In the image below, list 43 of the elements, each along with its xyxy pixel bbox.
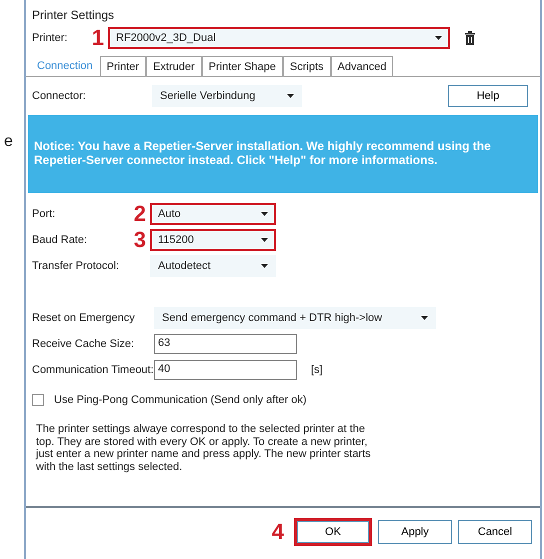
tab[interactable]: Extruder bbox=[146, 56, 202, 76]
caret-icon bbox=[261, 212, 268, 216]
caret-icon bbox=[261, 264, 268, 268]
caret-icon bbox=[435, 36, 442, 40]
field-label: Communication Timeout: bbox=[32, 364, 154, 376]
dropdown[interactable]: 115200 bbox=[150, 229, 276, 251]
dialog-button[interactable]: OK bbox=[294, 518, 372, 546]
dropdown[interactable]: Send emergency command + DTR high->low bbox=[154, 307, 436, 329]
callout-number: 3 bbox=[132, 229, 146, 251]
caret-icon bbox=[287, 94, 294, 98]
cut-off-text: e bbox=[4, 133, 13, 152]
tab[interactable]: Printer Shape bbox=[202, 56, 283, 76]
field-label: Connector: bbox=[32, 90, 87, 102]
tab[interactable]: Printer bbox=[100, 56, 146, 76]
unit-label: [s] bbox=[311, 364, 323, 376]
field-label: Transfer Protocol: bbox=[32, 260, 120, 272]
tab[interactable]: Scripts bbox=[282, 56, 331, 76]
caret-icon bbox=[261, 238, 268, 242]
checkbox[interactable] bbox=[32, 394, 44, 406]
window-title: Printer Settings bbox=[31, 7, 116, 24]
trash-icon[interactable] bbox=[464, 31, 476, 45]
checkbox-label: Use Ping-Pong Communication (Send only after ok) bbox=[54, 394, 307, 406]
callout-number: 2 bbox=[132, 203, 146, 225]
input-field[interactable]: 63 bbox=[154, 334, 297, 354]
dropdown[interactable]: RF2000v2_3D_Dual bbox=[108, 27, 450, 49]
info-text: The printer settings alwaye correspond to the selected printer at the top. They are stored with every OK or apply. To create a new printer, just enter a new printer name and press apply. The new printer starts with the last settings selected. bbox=[36, 423, 372, 474]
field-label: Printer: bbox=[32, 32, 68, 44]
field-label: Baud Rate: bbox=[32, 234, 88, 246]
dropdown[interactable]: Auto bbox=[150, 203, 276, 225]
callout-number: 4 bbox=[270, 521, 284, 543]
field-label: Receive Cache Size: bbox=[32, 338, 136, 350]
dialog-button[interactable]: Apply bbox=[378, 520, 452, 544]
notice-banner: Notice: You have a Repetier-Server installation. We highly recommend using the Repetier-Server connector instead. Click "Help" for more informations. bbox=[28, 115, 538, 193]
dropdown[interactable]: Serielle Verbindung bbox=[152, 85, 302, 107]
caret-icon bbox=[421, 316, 428, 320]
input-field[interactable]: 40 bbox=[154, 360, 297, 380]
dialog-button[interactable]: Cancel bbox=[458, 520, 532, 544]
field-label: Reset on Emergency bbox=[32, 312, 136, 324]
dropdown[interactable]: Autodetect bbox=[150, 255, 276, 277]
tab[interactable]: Advanced bbox=[330, 56, 394, 76]
field-label: Port: bbox=[32, 208, 56, 220]
callout-number: 1 bbox=[90, 27, 104, 49]
help-button[interactable]: Help bbox=[448, 85, 528, 107]
